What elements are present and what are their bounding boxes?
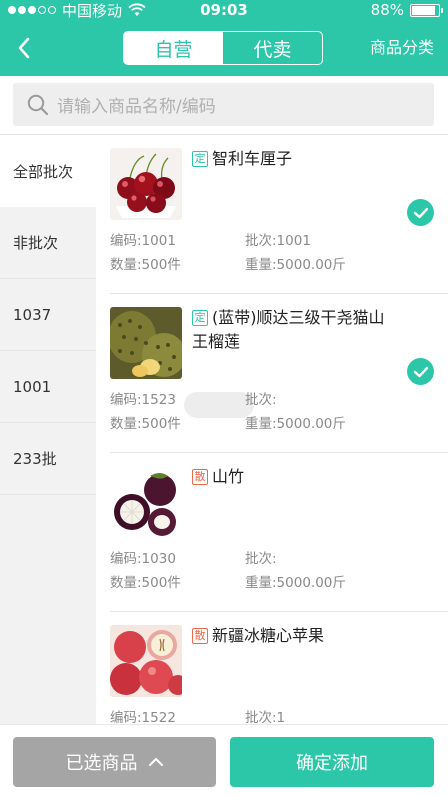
product-quantity: 数量:500件 (110, 575, 181, 591)
product-batch: 批次: (245, 392, 277, 408)
selected-check-icon[interactable] (407, 199, 434, 226)
chevron-left-icon (18, 37, 30, 59)
status-bar: 中国移动 09:03 88% (0, 0, 448, 20)
battery-icon (410, 3, 443, 17)
back-button[interactable] (12, 34, 36, 62)
product-card[interactable]: 定智利车厘子 编码:1001 批次:1001 数量:500件 重量:5000.0… (110, 135, 448, 294)
tag-fixed-badge: 定 (192, 151, 208, 167)
selected-check-icon[interactable] (407, 358, 434, 385)
selected-items-button[interactable]: 已选商品 (13, 737, 216, 787)
product-weight: 重量:5000.00斤 (245, 257, 346, 273)
product-name-row: 散山竹 (192, 465, 397, 489)
confirm-add-button[interactable]: 确定添加 (230, 737, 434, 787)
sidebar-item-non-batch[interactable]: 非批次 (0, 207, 96, 279)
product-quantity: 数量:500件 (110, 416, 181, 432)
product-name: (蓝带)顺达三级干尧猫山王榴莲 (192, 308, 385, 351)
product-name: 智利车厘子 (212, 149, 293, 168)
category-button[interactable]: 商品分类 (370, 20, 434, 76)
product-image-apples (110, 625, 182, 697)
product-card[interactable]: 定 (蓝带)顺达三级干尧猫山王榴莲 编码:1523 批次: 数量:500件 重量:… (110, 294, 448, 453)
segment-consignment[interactable]: 代卖 (223, 32, 322, 64)
sidebar-item-1001[interactable]: 1001 (0, 351, 96, 423)
tag-bulk-badge: 散 (192, 469, 208, 485)
product-weight: 重量:5000.00斤 (245, 575, 346, 591)
product-weight: 重量:5000.00斤 (245, 416, 346, 432)
search-placeholder: 请输入商品名称/编码 (57, 97, 216, 117)
battery-percent: 88% (370, 1, 404, 19)
product-name: 山竹 (212, 467, 245, 486)
tag-bulk-badge: 散 (192, 628, 208, 644)
sidebar-item-1037[interactable]: 1037 (0, 279, 96, 351)
nav-bar: 自营 代卖 商品分类 (0, 20, 448, 76)
product-image-cherries (110, 148, 182, 220)
chevron-up-icon (148, 758, 163, 766)
product-card[interactable]: 散新疆冰糖心苹果 编码:1522 批次:1 (110, 612, 448, 724)
selected-items-label: 已选商品 (65, 753, 138, 774)
search-icon (27, 94, 49, 115)
product-code: 编码:1523 (110, 392, 176, 408)
product-code: 编码:1001 (110, 233, 176, 249)
bottom-action-bar: 已选商品 确定添加 (0, 724, 448, 796)
product-batch: 批次:1 (245, 710, 286, 724)
product-image-mangosteen (110, 466, 182, 538)
product-card[interactable]: 散山竹 编码:1030 批次: 数量:500件 重量:5000.00斤 (110, 453, 448, 612)
toast-overlay (184, 392, 254, 418)
product-name-row: 散新疆冰糖心苹果 (192, 624, 397, 648)
product-list: 定智利车厘子 编码:1001 批次:1001 数量:500件 重量:5000.0… (96, 134, 448, 724)
product-code: 编码:1522 (110, 710, 176, 724)
product-batch: 批次: (245, 551, 277, 567)
product-quantity: 数量:500件 (110, 257, 181, 273)
product-name-row: 定智利车厘子 (192, 147, 397, 171)
product-image-durian (110, 307, 182, 379)
status-right: 88% (370, 0, 443, 20)
product-batch: 批次:1001 (245, 233, 311, 249)
sidebar-item-all-batches[interactable]: 全部批次 (0, 135, 96, 207)
search-input[interactable]: 请输入商品名称/编码 (13, 83, 434, 126)
product-code: 编码:1030 (110, 551, 176, 567)
batch-sidebar: 全部批次 非批次 1037 1001 233批 (0, 134, 96, 724)
tag-fixed-badge: 定 (192, 310, 208, 326)
sidebar-item-233[interactable]: 233批 (0, 423, 96, 495)
segment-self-operated[interactable]: 自营 (124, 32, 223, 64)
product-name: 新疆冰糖心苹果 (212, 626, 325, 645)
source-segmented-control: 自营 代卖 (123, 31, 323, 65)
search-area: 请输入商品名称/编码 (0, 76, 448, 134)
product-name-row: 定 (蓝带)顺达三级干尧猫山王榴莲 (192, 306, 397, 354)
